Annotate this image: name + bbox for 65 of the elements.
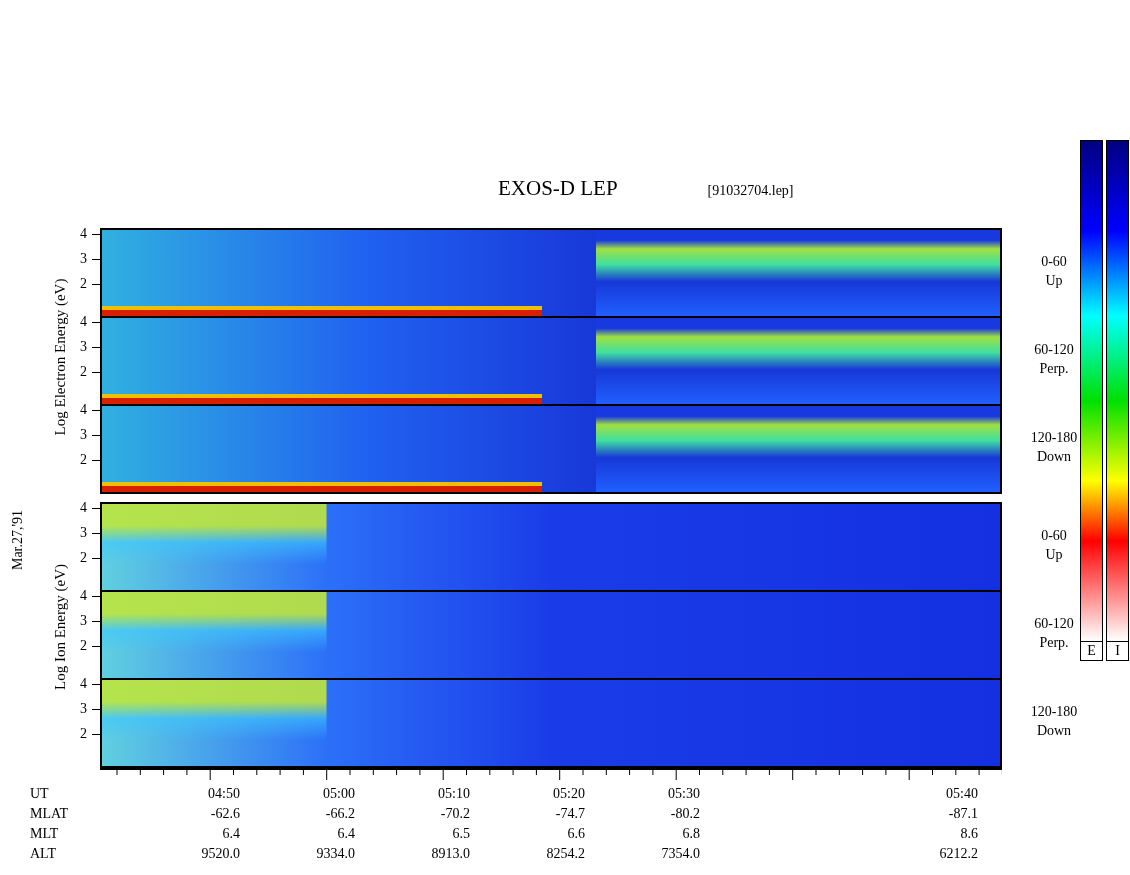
tick-label: 3: [80, 525, 88, 541]
axis-title: Log Electron Energy (eV): [51, 278, 69, 436]
row-label: ALT: [30, 845, 56, 863]
pitch-angle-range: 60-120: [1034, 341, 1074, 359]
color-scale-label: I: [1107, 641, 1128, 660]
tick-label: 4: [80, 402, 88, 418]
direction-label: Down: [1036, 448, 1072, 466]
table-cell-text: -70.2: [440, 805, 470, 823]
table-cell-text: 05:00: [323, 785, 355, 803]
table-cell-text: 6212.2: [939, 845, 978, 863]
pitch-angle-range: 120-180: [1030, 429, 1078, 447]
tick-label: 3: [80, 339, 88, 355]
date-label: Mar.27,'91: [10, 509, 27, 571]
tick-label: 3: [80, 613, 88, 629]
tick-label: 3: [80, 701, 88, 717]
tick-label: 3: [80, 427, 88, 443]
row-label: MLT: [30, 825, 59, 843]
table-cell-text: 05:10: [438, 785, 470, 803]
direction-label: Perp.: [1039, 634, 1069, 652]
table-cell-text: 6.6: [567, 825, 585, 843]
pitch-angle-range: 0-60: [1041, 253, 1067, 271]
table-cell-text: -66.2: [325, 805, 355, 823]
table-cell-text: 05:30: [668, 785, 700, 803]
table-cell-text: -74.7: [555, 805, 585, 823]
table-cell-text: 9520.0: [201, 845, 240, 863]
table-cell-text: 05:20: [553, 785, 585, 803]
color-scale-label: E: [1081, 641, 1102, 660]
pitch-angle-range: 120-180: [1030, 703, 1078, 721]
plot-title: EXOS-D LEP: [498, 176, 618, 201]
table-cell-text: 8254.2: [546, 845, 585, 863]
table-cell-text: 6.5: [452, 825, 470, 843]
table-cell-text: 04:50: [208, 785, 240, 803]
tick-label: 4: [80, 588, 88, 604]
tick-label: 2: [80, 364, 88, 380]
tick-label: 2: [80, 638, 88, 654]
axis-title: Log Ion Energy (eV): [51, 564, 69, 690]
direction-label: Up: [1045, 272, 1063, 290]
tick-label: 2: [80, 726, 88, 742]
table-cell-text: 05:40: [946, 785, 978, 803]
pitch-angle-range: 60-120: [1034, 615, 1074, 633]
file-name: [91032704.lep]: [707, 183, 794, 199]
table-cell-text: -80.2: [670, 805, 700, 823]
table-cell-text: -87.1: [948, 805, 978, 823]
tick-label: 4: [80, 500, 88, 516]
pitch-angle-range: 0-60: [1041, 527, 1067, 545]
table-cell-text: 8913.0: [431, 845, 470, 863]
direction-label: Up: [1045, 546, 1063, 564]
table-cell-text: 6.8: [682, 825, 700, 843]
table-cell-text: 8.6: [960, 825, 978, 843]
table-cell-text: 6.4: [222, 825, 240, 843]
row-label: UT: [30, 785, 49, 803]
direction-label: Down: [1036, 722, 1072, 740]
tick-label: 2: [80, 452, 88, 468]
tick-label: 4: [80, 314, 88, 330]
table-cell-text: 9334.0: [316, 845, 355, 863]
tick-label: 2: [80, 550, 88, 566]
tick-label: 4: [80, 676, 88, 692]
tick-label: 3: [80, 251, 88, 267]
direction-label: Perp.: [1039, 360, 1069, 378]
table-cell-text: 7354.0: [661, 845, 700, 863]
tick-label: 4: [80, 226, 88, 242]
row-label: MLAT: [30, 805, 69, 823]
table-cell-text: -62.6: [210, 805, 240, 823]
tick-label: 2: [80, 276, 88, 292]
table-cell-text: 6.4: [337, 825, 355, 843]
